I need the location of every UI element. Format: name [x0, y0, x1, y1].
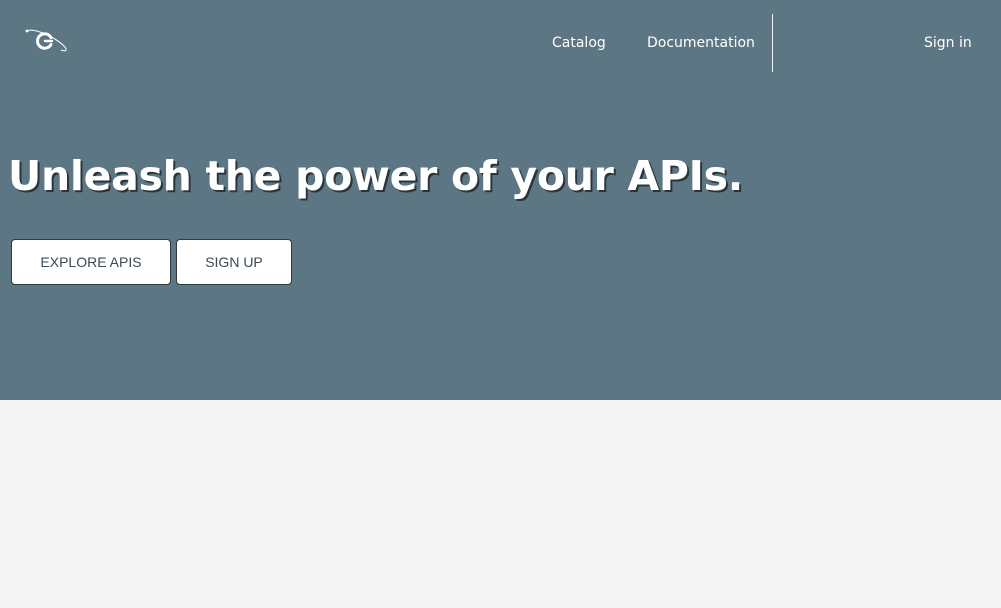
content-area — [0, 400, 1001, 608]
logo-icon[interactable] — [24, 26, 68, 54]
sign-in-link[interactable]: Sign in — [924, 34, 972, 52]
nav-divider — [772, 14, 773, 72]
nav-catalog-link[interactable]: Catalog — [552, 34, 606, 52]
sign-up-button[interactable]: SIGN UP — [176, 239, 292, 285]
hero-title: Unleash the power of your APIs. — [8, 152, 744, 200]
hero-banner: Catalog Documentation Sign in Unleash th… — [0, 0, 1001, 400]
nav-documentation-link[interactable]: Documentation — [647, 34, 755, 52]
explore-apis-button[interactable]: EXPLORE APIS — [11, 239, 171, 285]
